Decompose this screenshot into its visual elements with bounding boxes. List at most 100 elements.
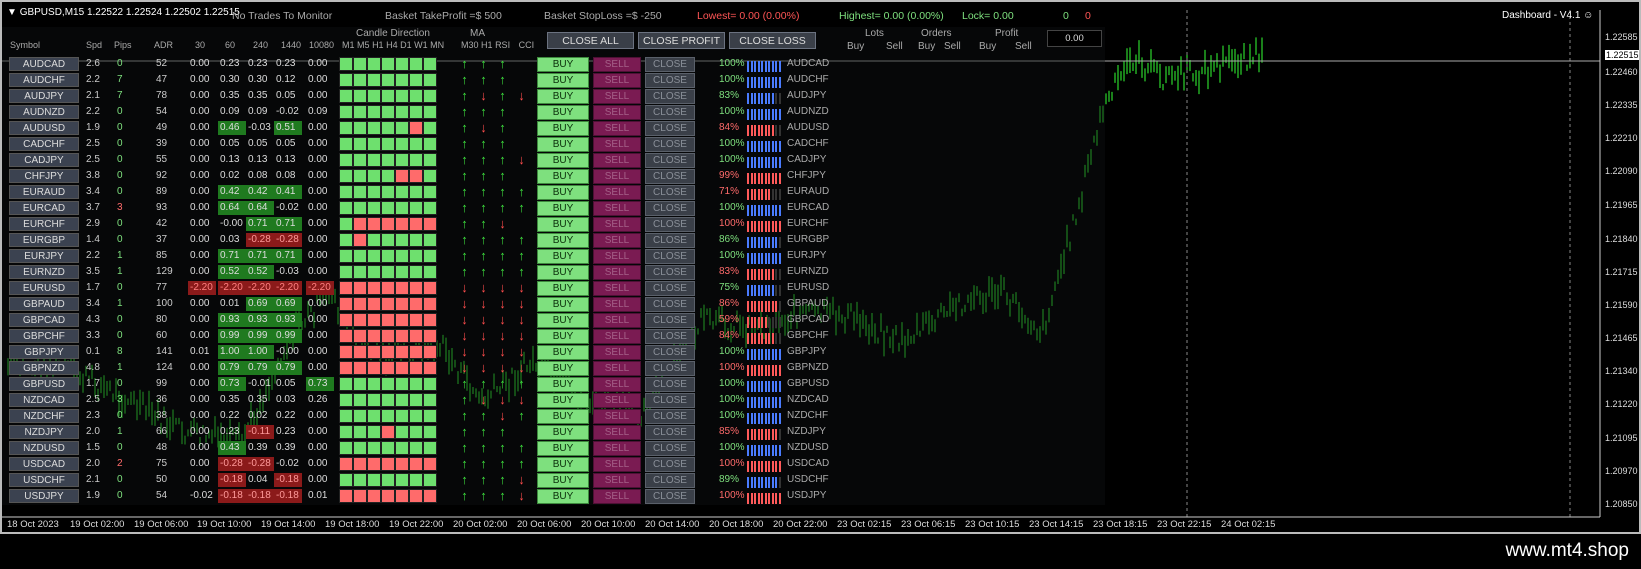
sell-button[interactable]: SELL [593,345,641,360]
close-profit-button[interactable]: CLOSE PROFIT [638,32,725,49]
buy-button[interactable]: BUY [537,329,589,344]
symbol-cell[interactable]: USDCHF [9,473,79,487]
sell-button[interactable]: SELL [593,457,641,472]
close-button[interactable]: CLOSE [645,345,695,360]
sell-button[interactable]: SELL [593,489,641,504]
symbol-cell[interactable]: GBPNZD [9,361,79,375]
sell-button[interactable]: SELL [593,185,641,200]
close-button[interactable]: CLOSE [645,313,695,328]
buy-button[interactable]: BUY [537,425,589,440]
close-button[interactable]: CLOSE [645,169,695,184]
symbol-cell[interactable]: NZDCAD [9,393,79,407]
sell-button[interactable]: SELL [593,409,641,424]
sell-button[interactable]: SELL [593,425,641,440]
close-button[interactable]: CLOSE [645,281,695,296]
buy-button[interactable]: BUY [537,169,589,184]
buy-button[interactable]: BUY [537,361,589,376]
buy-button[interactable]: BUY [537,233,589,248]
close-button[interactable]: CLOSE [645,489,695,504]
sell-button[interactable]: SELL [593,393,641,408]
buy-button[interactable]: BUY [537,473,589,488]
buy-button[interactable]: BUY [537,265,589,280]
close-all-button[interactable]: CLOSE ALL [547,32,634,49]
close-button[interactable]: CLOSE [645,473,695,488]
close-button[interactable]: CLOSE [645,105,695,120]
sell-button[interactable]: SELL [593,169,641,184]
sell-button[interactable]: SELL [593,89,641,104]
buy-button[interactable]: BUY [537,297,589,312]
buy-button[interactable]: BUY [537,73,589,88]
buy-button[interactable]: BUY [537,377,589,392]
sell-button[interactable]: SELL [593,297,641,312]
sell-button[interactable]: SELL [593,121,641,136]
buy-button[interactable]: BUY [537,281,589,296]
buy-button[interactable]: BUY [537,457,589,472]
close-loss-button[interactable]: CLOSE LOSS [729,32,816,49]
symbol-cell[interactable]: NZDJPY [9,425,79,439]
symbol-cell[interactable]: AUDJPY [9,89,79,103]
symbol-cell[interactable]: EURUSD [9,281,79,295]
sell-button[interactable]: SELL [593,281,641,296]
buy-button[interactable]: BUY [537,217,589,232]
buy-button[interactable]: BUY [537,137,589,152]
symbol-cell[interactable]: USDJPY [9,489,79,503]
buy-button[interactable]: BUY [537,57,589,72]
symbol-cell[interactable]: CADJPY [9,153,79,167]
symbol-cell[interactable]: EURAUD [9,185,79,199]
buy-button[interactable]: BUY [537,441,589,456]
symbol-cell[interactable]: CADCHF [9,137,79,151]
close-button[interactable]: CLOSE [645,57,695,72]
symbol-cell[interactable]: EURCHF [9,217,79,231]
buy-button[interactable]: BUY [537,121,589,136]
sell-button[interactable]: SELL [593,153,641,168]
close-button[interactable]: CLOSE [645,137,695,152]
symbol-cell[interactable]: GBPJPY [9,345,79,359]
symbol-cell[interactable]: EURNZD [9,265,79,279]
close-button[interactable]: CLOSE [645,185,695,200]
sell-button[interactable]: SELL [593,233,641,248]
sell-button[interactable]: SELL [593,105,641,120]
sell-button[interactable]: SELL [593,217,641,232]
symbol-cell[interactable]: AUDNZD [9,105,79,119]
buy-button[interactable]: BUY [537,153,589,168]
buy-button[interactable]: BUY [537,105,589,120]
buy-button[interactable]: BUY [537,89,589,104]
buy-button[interactable]: BUY [537,313,589,328]
buy-button[interactable]: BUY [537,249,589,264]
symbol-cell[interactable]: GBPUSD [9,377,79,391]
close-button[interactable]: CLOSE [645,233,695,248]
close-button[interactable]: CLOSE [645,377,695,392]
buy-button[interactable]: BUY [537,393,589,408]
close-button[interactable]: CLOSE [645,393,695,408]
buy-button[interactable]: BUY [537,345,589,360]
buy-button[interactable]: BUY [537,201,589,216]
symbol-cell[interactable]: USDCAD [9,457,79,471]
sell-button[interactable]: SELL [593,329,641,344]
close-button[interactable]: CLOSE [645,265,695,280]
symbol-cell[interactable]: EURGBP [9,233,79,247]
buy-button[interactable]: BUY [537,185,589,200]
sell-button[interactable]: SELL [593,361,641,376]
symbol-cell[interactable]: AUDUSD [9,121,79,135]
close-button[interactable]: CLOSE [645,121,695,136]
sell-button[interactable]: SELL [593,73,641,88]
close-button[interactable]: CLOSE [645,249,695,264]
sell-button[interactable]: SELL [593,441,641,456]
symbol-cell[interactable]: AUDCHF [9,73,79,87]
sell-button[interactable]: SELL [593,137,641,152]
sell-button[interactable]: SELL [593,57,641,72]
close-button[interactable]: CLOSE [645,409,695,424]
close-button[interactable]: CLOSE [645,153,695,168]
symbol-cell[interactable]: NZDCHF [9,409,79,423]
close-button[interactable]: CLOSE [645,457,695,472]
symbol-cell[interactable]: CHFJPY [9,169,79,183]
close-button[interactable]: CLOSE [645,441,695,456]
sell-button[interactable]: SELL [593,201,641,216]
symbol-cell[interactable]: EURJPY [9,249,79,263]
sell-button[interactable]: SELL [593,249,641,264]
sell-button[interactable]: SELL [593,473,641,488]
close-button[interactable]: CLOSE [645,201,695,216]
symbol-cell[interactable]: GBPCAD [9,313,79,327]
symbol-cell[interactable]: AUDCAD [9,57,79,71]
sell-button[interactable]: SELL [593,313,641,328]
